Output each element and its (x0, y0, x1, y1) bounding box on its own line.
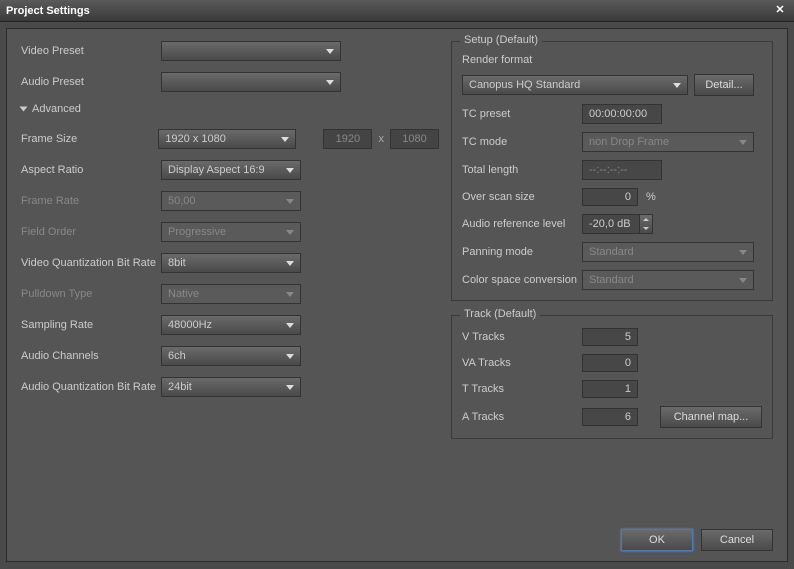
detail-button[interactable]: Detail... (694, 74, 754, 96)
overscan-label: Over scan size (462, 191, 582, 203)
track-fieldset: Track (Default) V Tracks5 VA Tracks0 T T… (451, 315, 773, 439)
frame-size-dropdown[interactable]: 1920 x 1080 (158, 129, 296, 149)
channels-dropdown[interactable]: 6ch (161, 346, 301, 366)
frame-rate-dropdown: 50,00 (161, 191, 301, 211)
panning-label: Panning mode (462, 246, 582, 258)
content: Video Preset Audio Preset Advanced Frame… (6, 28, 788, 562)
aspect-dropdown[interactable]: Display Aspect 16:9 (161, 160, 301, 180)
total-length-label: Total length (462, 164, 582, 176)
chevron-down-icon (673, 83, 681, 88)
chevron-down-icon (286, 261, 294, 266)
frame-height-input: 1080 (390, 129, 439, 149)
cancel-button[interactable]: Cancel (701, 529, 773, 551)
chevron-down-icon (739, 250, 747, 255)
audio-ref-input[interactable]: -20,0 dB (582, 214, 640, 234)
track-legend: Track (Default) (460, 308, 540, 320)
chevron-down-icon (739, 278, 747, 283)
channel-map-button[interactable]: Channel map... (660, 406, 762, 428)
video-preset-label: Video Preset (21, 45, 161, 57)
frame-rate-label: Frame Rate (21, 195, 161, 207)
tc-mode-dropdown: non Drop Frame (582, 132, 754, 152)
frame-x: x (372, 133, 390, 145)
chevron-down-icon (286, 385, 294, 390)
setup-fieldset: Setup (Default) Render format Canopus HQ… (451, 41, 773, 301)
v-tracks-label: V Tracks (462, 331, 582, 343)
field-order-label: Field Order (21, 226, 161, 238)
panning-dropdown: Standard (582, 242, 754, 262)
audio-ref-spinner[interactable] (639, 214, 653, 234)
chevron-down-icon (326, 80, 334, 85)
aqbr-dropdown[interactable]: 24bit (161, 377, 301, 397)
render-dropdown[interactable]: Canopus HQ Standard (462, 75, 688, 95)
t-tracks-label: T Tracks (462, 383, 582, 395)
sampling-label: Sampling Rate (21, 319, 161, 331)
footer: OK Cancel (621, 529, 773, 551)
total-length-value: --:--:--:-- (582, 160, 662, 180)
chevron-down-icon (326, 49, 334, 54)
color-dropdown: Standard (582, 270, 754, 290)
chevron-down-icon (286, 168, 294, 173)
setup-legend: Setup (Default) (460, 34, 542, 46)
chevron-down-icon (286, 199, 294, 204)
audio-ref-label: Audio reference level (462, 218, 582, 230)
tc-preset-input[interactable]: 00:00:00:00 (582, 104, 662, 124)
pulldown-dropdown: Native (161, 284, 301, 304)
vqbr-dropdown[interactable]: 8bit (161, 253, 301, 273)
va-tracks-label: VA Tracks (462, 357, 582, 369)
field-order-dropdown: Progressive (161, 222, 301, 242)
color-label: Color space conversion (462, 274, 582, 286)
expand-icon[interactable] (20, 107, 28, 112)
sampling-dropdown[interactable]: 48000Hz (161, 315, 301, 335)
advanced-label[interactable]: Advanced (32, 103, 81, 115)
chevron-down-icon (281, 137, 289, 142)
aspect-label: Aspect Ratio (21, 164, 161, 176)
vqbr-label: Video Quantization Bit Rate (21, 257, 161, 269)
right-column: Setup (Default) Render format Canopus HQ… (451, 41, 773, 453)
frame-size-label: Frame Size (21, 133, 158, 145)
chevron-down-icon (739, 140, 747, 145)
tc-mode-label: TC mode (462, 136, 582, 148)
a-tracks-input[interactable]: 6 (582, 408, 638, 426)
chevron-down-icon (286, 354, 294, 359)
chevron-down-icon (286, 292, 294, 297)
ok-button[interactable]: OK (621, 529, 693, 551)
render-label: Render format (462, 54, 582, 66)
aqbr-label: Audio Quantization Bit Rate (21, 381, 161, 393)
left-column: Video Preset Audio Preset Advanced Frame… (21, 41, 439, 408)
chevron-down-icon (286, 323, 294, 328)
titlebar: Project Settings ✕ (0, 0, 794, 22)
window-title: Project Settings (6, 5, 90, 17)
v-tracks-input[interactable]: 5 (582, 328, 638, 346)
video-preset-dropdown[interactable] (161, 41, 341, 61)
tc-preset-label: TC preset (462, 108, 582, 120)
close-icon[interactable]: ✕ (772, 3, 788, 19)
t-tracks-input[interactable]: 1 (582, 380, 638, 398)
chevron-down-icon (286, 230, 294, 235)
audio-preset-label: Audio Preset (21, 76, 161, 88)
overscan-input[interactable]: 0 (582, 188, 638, 206)
audio-preset-dropdown[interactable] (161, 72, 341, 92)
overscan-unit: % (638, 191, 656, 203)
va-tracks-input[interactable]: 0 (582, 354, 638, 372)
channels-label: Audio Channels (21, 350, 161, 362)
a-tracks-label: A Tracks (462, 411, 582, 423)
pulldown-label: Pulldown Type (21, 288, 161, 300)
frame-width-input: 1920 (323, 129, 372, 149)
